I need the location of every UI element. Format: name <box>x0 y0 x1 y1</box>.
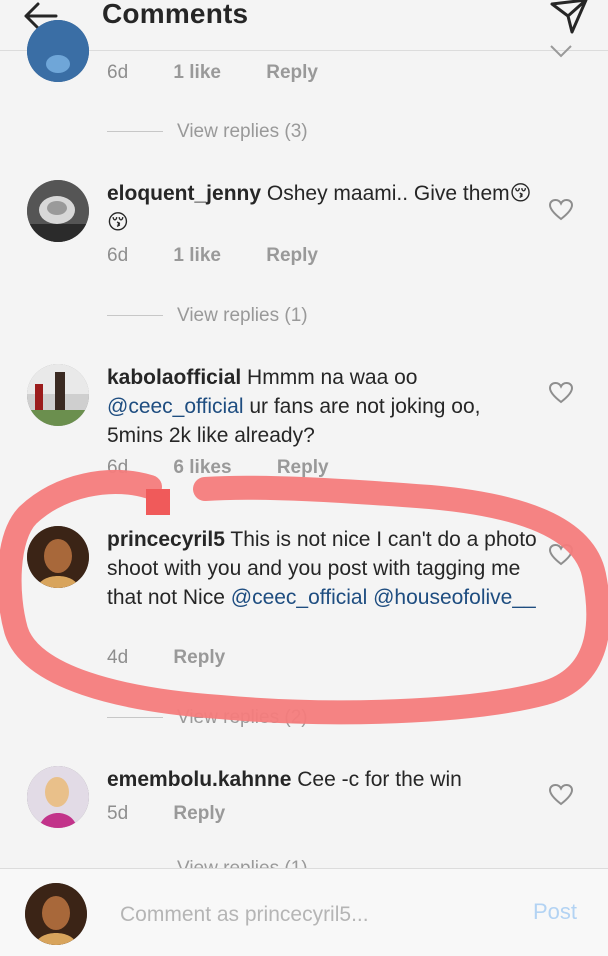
comment-time: 6d <box>107 457 129 478</box>
heart-icon[interactable] <box>548 543 574 567</box>
reply-button[interactable]: Reply <box>173 803 225 824</box>
heart-icon[interactable] <box>548 783 574 807</box>
avatar[interactable] <box>27 526 89 588</box>
comment-time: 6d <box>107 245 129 266</box>
comment-body: Hmmm na waa oo <box>247 366 418 389</box>
comment-text: kabolaofficial Hmmm na waa oo @ceec_offi… <box>107 363 537 450</box>
comment-meta: 6d 1 like Reply <box>107 62 358 84</box>
reply-button[interactable]: Reply <box>173 647 225 668</box>
comment-time: 6d <box>107 62 129 83</box>
view-replies-label: View replies (3) <box>177 121 308 142</box>
comment-body: Oshey maami.. Give them <box>266 182 510 205</box>
view-replies-link[interactable]: View replies (2) <box>107 707 308 729</box>
heart-icon[interactable] <box>548 198 574 222</box>
comment-body: Cee -c for the win <box>297 768 462 791</box>
comment-text: eloquent_jenny Oshey maami.. Give them😚😚 <box>107 179 537 237</box>
avatar[interactable] <box>27 180 89 242</box>
comment-text: princecyril5 This is not nice I can't do… <box>107 525 537 612</box>
divider-line <box>107 131 163 133</box>
comment-meta: 5d Reply <box>107 803 265 825</box>
likes-count[interactable]: 6 likes <box>173 457 231 478</box>
likes-count[interactable]: 1 like <box>173 245 221 266</box>
heart-icon[interactable] <box>548 381 574 405</box>
avatar <box>25 883 87 945</box>
comment-meta: 6d 6 likes Reply <box>107 457 369 479</box>
mention-link[interactable]: @ceec_official <box>231 586 368 609</box>
avatar[interactable] <box>27 20 89 82</box>
reply-button[interactable]: Reply <box>266 245 318 266</box>
comment-input[interactable] <box>118 897 502 933</box>
comment-text: emembolu.kahnne Cee -c for the win <box>107 765 537 794</box>
mention-link[interactable]: @houseofolive__ <box>373 586 536 609</box>
view-replies-label: View replies (2) <box>177 707 308 728</box>
post-button[interactable]: Post <box>533 899 577 925</box>
avatar[interactable] <box>27 766 89 828</box>
comment-time: 4d <box>107 647 129 668</box>
divider-line <box>107 717 163 719</box>
view-replies-label: View replies (1) <box>177 305 308 326</box>
likes-count[interactable]: 1 like <box>173 62 221 83</box>
direct-send-icon[interactable] <box>546 0 590 36</box>
comment-meta: 4d Reply <box>107 647 265 669</box>
comment-username[interactable]: eloquent_jenny <box>107 182 261 205</box>
view-replies-link[interactable]: View replies (1) <box>107 305 308 327</box>
comment-meta: 6d 1 like Reply <box>107 245 358 267</box>
header-bar: Comments <box>0 0 608 51</box>
divider-line <box>107 315 163 317</box>
comment-time: 5d <box>107 803 129 824</box>
comment-username[interactable]: kabolaofficial <box>107 366 241 389</box>
reply-button[interactable]: Reply <box>277 457 329 478</box>
view-replies-link[interactable]: View replies (3) <box>107 121 308 143</box>
comment-username[interactable]: emembolu.kahnne <box>107 768 291 791</box>
mention-link[interactable]: @ceec_official <box>107 395 244 418</box>
comment-username[interactable]: princecyril5 <box>107 528 225 551</box>
view-replies-link[interactable]: View replies (1) <box>107 858 308 868</box>
comments-screen: Comments 6d 1 like Reply View replies (3… <box>0 0 608 956</box>
reply-button[interactable]: Reply <box>266 62 318 83</box>
avatar[interactable] <box>27 364 89 426</box>
view-replies-label: View replies (1) <box>177 858 308 868</box>
page-title: Comments <box>102 0 249 29</box>
heart-icon[interactable] <box>548 44 574 68</box>
comment-composer: Post <box>0 868 608 956</box>
